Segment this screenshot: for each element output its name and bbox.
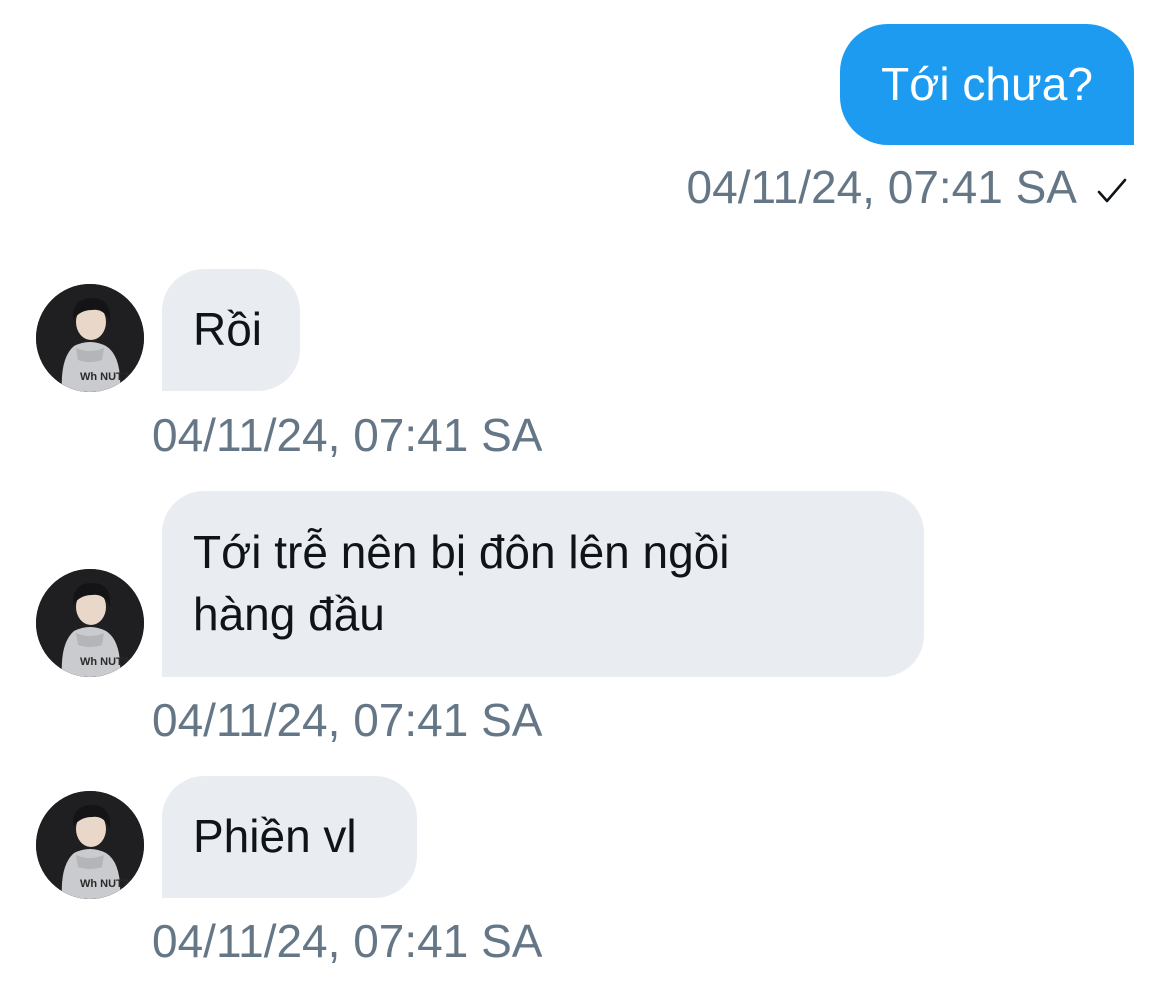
message-timestamp: 04/11/24, 07:41 SA <box>152 915 543 967</box>
avatar[interactable]: Wh NUT?! <box>36 791 144 899</box>
message-text-line: hàng đầu <box>193 588 385 640</box>
message-bubble-incoming[interactable]: Phiền vl <box>162 776 417 898</box>
message-text: Rồi <box>193 303 263 355</box>
message-text-line: Tới trễ nên bị đôn lên ngồi <box>193 526 730 578</box>
svg-text:Wh NUT?!: Wh NUT?! <box>80 878 133 890</box>
message-text: Tới chưa? <box>881 58 1093 110</box>
message-timestamp: 04/11/24, 07:41 SA <box>152 409 543 461</box>
avatar-image: Wh NUT?! <box>36 791 144 899</box>
message-timestamp: 04/11/24, 07:41 SA <box>686 161 1077 213</box>
avatar[interactable]: Wh NUT?! <box>36 284 144 392</box>
avatar-image: Wh NUT?! <box>36 284 144 392</box>
message-bubble-incoming[interactable]: Rồi <box>162 269 300 391</box>
avatar-image: Wh NUT?! <box>36 569 144 677</box>
message-bubble-incoming[interactable]: Tới trễ nên bị đôn lên ngồi hàng đầu <box>162 491 924 677</box>
svg-text:Wh NUT?!: Wh NUT?! <box>80 656 133 668</box>
message-bubble-outgoing[interactable]: Tới chưa? <box>840 24 1134 145</box>
svg-text:Wh NUT?!: Wh NUT?! <box>80 371 133 383</box>
checkmark-icon <box>1097 178 1127 203</box>
avatar[interactable]: Wh NUT?! <box>36 569 144 677</box>
message-timestamp: 04/11/24, 07:41 SA <box>152 694 543 746</box>
message-text: Phiền vl <box>193 810 357 862</box>
